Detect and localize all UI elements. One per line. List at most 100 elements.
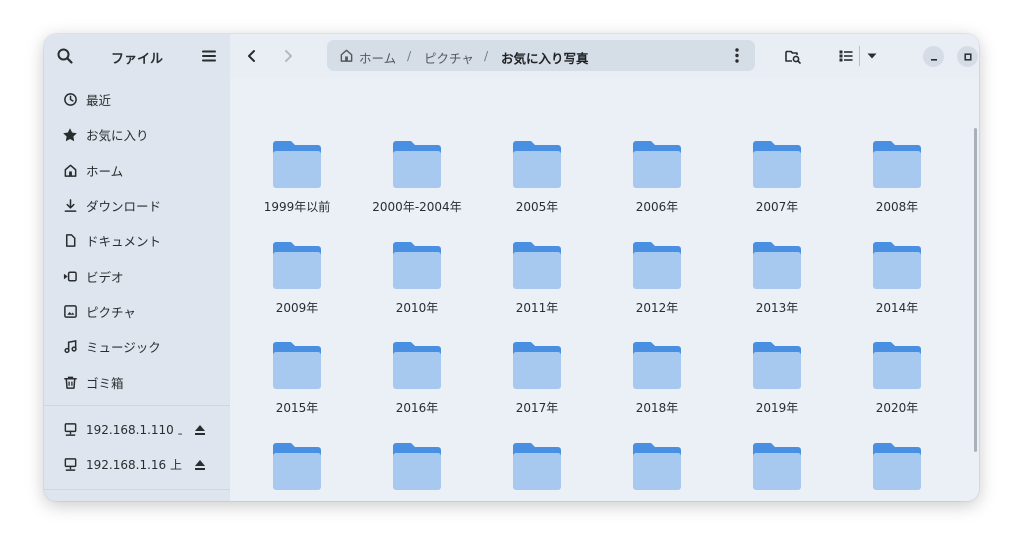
maximize-icon bbox=[963, 52, 972, 61]
folder-icon bbox=[393, 141, 441, 188]
folder-item[interactable]: 2008年 bbox=[842, 130, 952, 220]
sidebar-item-favorites[interactable]: お気に入り bbox=[44, 117, 230, 152]
star-icon bbox=[62, 127, 78, 143]
search-folder-button[interactable] bbox=[783, 46, 803, 66]
breadcrumb-current[interactable]: お気に入り写真 bbox=[501, 48, 589, 67]
folder-name: 2024年 bbox=[602, 500, 712, 502]
folder-item[interactable]: 2012年 bbox=[602, 231, 712, 321]
sidebar-item-music[interactable]: ミュージック bbox=[44, 329, 230, 364]
folder-name: 2020年 bbox=[875, 401, 919, 415]
folder-icon bbox=[513, 141, 561, 188]
header-bar: ホーム / ピクチャ / お気に入り写真 bbox=[230, 34, 979, 78]
folder-item[interactable]: 2020年 bbox=[842, 331, 952, 421]
home-icon bbox=[339, 48, 354, 63]
folder-grid: 1999年以前 2000年-2004年 2005年 2006年 2007年 2008年 20… bbox=[230, 78, 979, 501]
folder-icon bbox=[273, 141, 321, 188]
folder-name: 2000年-2004年 bbox=[372, 200, 462, 214]
folder-icon bbox=[273, 442, 321, 490]
document-icon bbox=[62, 233, 78, 249]
sidebar-item-label: 192.168.1.110 上… bbox=[86, 423, 182, 437]
music-icon bbox=[62, 339, 78, 355]
breadcrumb-pictures[interactable]: ピクチャ bbox=[424, 48, 474, 67]
forward-button[interactable] bbox=[278, 46, 298, 66]
folder-item[interactable]: 2023年 bbox=[482, 432, 592, 502]
chevron-right-icon bbox=[285, 50, 292, 62]
folder-icon bbox=[393, 342, 441, 389]
sidebar-item-label: 192.168.1.16 上… bbox=[86, 458, 182, 472]
sidebar-divider bbox=[44, 405, 230, 406]
file-manager-window: ファイル 最近 お気に入り ホーム ダウンロード ドキュメント ビデオ ピクチャ… bbox=[44, 34, 979, 501]
folder-item[interactable]: 2011年 bbox=[482, 231, 592, 321]
folder-item[interactable]: 2024年 bbox=[602, 432, 712, 502]
download-icon bbox=[62, 198, 78, 214]
folder-name: 2021年 bbox=[242, 500, 352, 502]
folder-icon bbox=[873, 342, 921, 389]
video-icon bbox=[62, 268, 78, 284]
folder-icon bbox=[633, 241, 681, 289]
sidebar-item-label: ゴミ箱 bbox=[86, 375, 124, 391]
folder-icon bbox=[753, 141, 801, 188]
sidebar-item-downloads[interactable]: ダウンロード bbox=[44, 188, 230, 223]
folder-item[interactable]: 2021年 bbox=[242, 432, 352, 502]
toolbar-divider bbox=[859, 46, 860, 66]
folder-item[interactable]: 2014年 bbox=[842, 231, 952, 321]
folder-icon bbox=[513, 241, 561, 289]
hamburger-menu-icon[interactable] bbox=[200, 47, 218, 65]
folder-item[interactable]: 2010年 bbox=[362, 231, 472, 321]
eject-icon[interactable] bbox=[192, 457, 208, 473]
chevron-left-icon bbox=[248, 50, 255, 62]
folder-item[interactable]: 2022年 bbox=[362, 432, 472, 502]
folder-item[interactable]: 2017年 bbox=[482, 331, 592, 421]
folder-item[interactable]: 2025年 bbox=[722, 432, 832, 502]
sidebar-item-trash[interactable]: ゴミ箱 bbox=[44, 364, 230, 399]
view-list-button[interactable] bbox=[836, 46, 856, 66]
sidebar-item-home[interactable]: ホーム bbox=[44, 153, 230, 188]
folder-item[interactable]: 2026年 bbox=[842, 432, 952, 502]
folder-name: 2013年 bbox=[755, 300, 799, 315]
folder-item[interactable]: 2007年 bbox=[722, 130, 832, 220]
folder-icon bbox=[513, 442, 561, 490]
folder-search-icon bbox=[785, 50, 801, 64]
path-bar[interactable]: ホーム / ピクチャ / お気に入り写真 bbox=[327, 40, 755, 71]
folder-item[interactable]: 2009年 bbox=[242, 231, 352, 321]
maximize-button[interactable] bbox=[957, 46, 978, 67]
folder-icon bbox=[273, 342, 321, 389]
clock-icon bbox=[62, 92, 78, 108]
sidebar-item-label: 最近 bbox=[86, 93, 112, 109]
sidebar-item-pictures[interactable]: ピクチャ bbox=[44, 294, 230, 329]
folder-item[interactable]: 2016年 bbox=[362, 331, 472, 421]
breadcrumb-home[interactable]: ホーム bbox=[359, 48, 396, 67]
folder-icon bbox=[633, 141, 681, 188]
folder-item[interactable]: 2019年 bbox=[722, 331, 832, 421]
sidebar-item-videos[interactable]: ビデオ bbox=[44, 258, 230, 293]
scrollbar[interactable] bbox=[974, 128, 977, 452]
eject-icon[interactable] bbox=[192, 422, 208, 438]
folder-item[interactable]: 2013年 bbox=[722, 231, 832, 321]
folder-icon bbox=[873, 141, 921, 188]
folder-name: 2018年 bbox=[635, 401, 679, 415]
folder-icon bbox=[873, 241, 921, 289]
folder-icon bbox=[393, 442, 441, 490]
chevron-down-icon bbox=[867, 53, 877, 59]
folder-item[interactable]: 1999年以前 bbox=[242, 130, 352, 220]
folder-item[interactable]: 2015年 bbox=[242, 331, 352, 421]
folder-item[interactable]: 2005年 bbox=[482, 130, 592, 220]
folder-icon bbox=[633, 342, 681, 389]
folder-name: 2019年 bbox=[755, 401, 799, 415]
folder-item[interactable]: 2018年 bbox=[602, 331, 712, 421]
more-options-icon[interactable] bbox=[733, 47, 741, 64]
sidebar-item-label: ドキュメント bbox=[86, 234, 162, 250]
sidebar-divider bbox=[44, 489, 230, 490]
network-drive-icon bbox=[62, 422, 78, 438]
folder-name: 2017年 bbox=[515, 401, 559, 415]
back-button[interactable] bbox=[242, 46, 262, 66]
minimize-button[interactable] bbox=[923, 46, 944, 67]
sidebar-item-recent[interactable]: 最近 bbox=[44, 82, 230, 117]
sidebar-item-network-1[interactable]: 192.168.1.110 上… bbox=[44, 412, 230, 447]
view-options-dropdown[interactable] bbox=[862, 46, 882, 66]
sidebar-item-documents[interactable]: ドキュメント bbox=[44, 223, 230, 258]
folder-item[interactable]: 2000年-2004年 bbox=[362, 130, 472, 220]
folder-name: 2023年 bbox=[482, 500, 592, 502]
folder-item[interactable]: 2006年 bbox=[602, 130, 712, 220]
sidebar-item-network-2[interactable]: 192.168.1.16 上… bbox=[44, 447, 230, 482]
